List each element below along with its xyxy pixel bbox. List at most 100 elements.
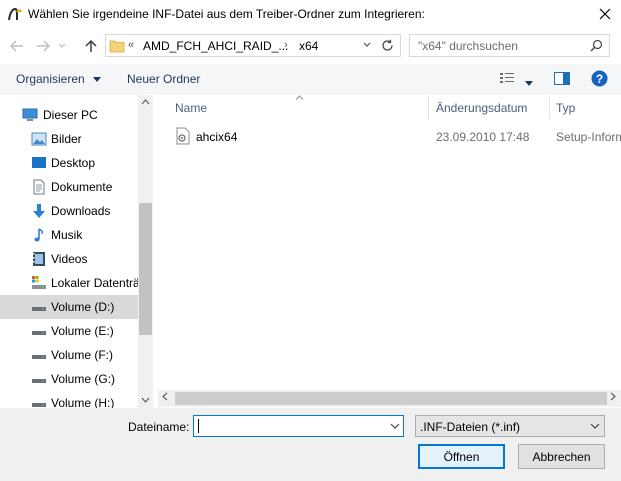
organize-menu[interactable]: Organisieren — [16, 72, 102, 86]
scrollbar-thumb[interactable] — [139, 203, 152, 335]
sidebar-item-bilder[interactable]: Bilder — [0, 127, 138, 151]
search-icon[interactable] — [590, 39, 603, 52]
file-date: 23.09.2010 17:48 — [436, 130, 530, 144]
pictures-icon — [31, 132, 47, 146]
chevron-down-icon[interactable] — [390, 419, 400, 433]
chevron-down-icon — [363, 42, 371, 47]
filetype-value: .INF-Dateien (*.inf) — [420, 420, 521, 434]
sidebar-item-label: Lokaler Datenträ — [51, 276, 140, 290]
cancel-button[interactable]: Abbrechen — [518, 444, 605, 469]
text-caret — [198, 419, 199, 433]
preview-pane-button[interactable] — [554, 72, 570, 88]
arrow-left-icon — [10, 40, 23, 52]
column-header-label: Typ — [556, 101, 576, 115]
address-bar[interactable]: « AMD_FCH_AHCI_RAID_... › x64 — [105, 34, 401, 57]
sidebar-item-label: Downloads — [51, 204, 111, 218]
desktop-icon — [32, 157, 46, 168]
sidebar-item-downloads[interactable]: Downloads — [0, 199, 138, 223]
column-header-label: Änderungsdatum — [436, 101, 528, 115]
column-header-type[interactable]: Typ — [550, 95, 621, 120]
drive-icon — [32, 355, 46, 359]
arrow-right-icon — [37, 40, 50, 52]
sidebar-item-label: Volume (G:) — [51, 372, 116, 386]
scroll-up-icon[interactable] — [141, 97, 150, 107]
scroll-right-icon[interactable] — [610, 392, 616, 403]
help-icon: ? — [591, 70, 608, 87]
close-icon — [599, 8, 611, 20]
column-header-date[interactable]: Änderungsdatum — [429, 95, 549, 120]
sidebar-item-label: Musik — [51, 228, 83, 242]
sidebar-item-label: Volume (D:) — [51, 300, 115, 314]
music-icon — [34, 228, 43, 242]
title-bar: Wählen Sie irgendeine INF-Datei aus dem … — [0, 0, 621, 30]
forward-button[interactable] — [33, 36, 53, 56]
scrollbar-thumb[interactable] — [175, 392, 607, 405]
drive-icon — [32, 403, 46, 407]
navigation-pane: Dieser PC Bilder Desktop Dokumente Downl… — [0, 95, 153, 408]
view-options-button[interactable] — [499, 71, 515, 88]
sort-up-icon — [295, 95, 304, 100]
inf-file-icon — [176, 127, 190, 145]
address-dropdown[interactable] — [363, 39, 371, 51]
file-row[interactable]: ahcix64 23.09.2010 17:48 Setup-Inform — [158, 125, 621, 147]
dialog-footer: Dateiname: .INF-Dateien (*.inf) Öffnen A… — [0, 408, 621, 481]
sidebar-item-label: Volume (H:) — [51, 396, 115, 408]
svg-text:?: ? — [596, 72, 603, 86]
sidebar-item-dokumente[interactable]: Dokumente — [0, 175, 138, 199]
refresh-icon — [382, 39, 393, 51]
sidebar-item-label: Dokumente — [51, 180, 113, 194]
breadcrumb-item[interactable]: x64 — [299, 39, 318, 53]
breadcrumb-item[interactable]: AMD_FCH_AHCI_RAID_... — [143, 39, 288, 53]
chevron-down-icon — [58, 43, 66, 48]
help-button[interactable]: ? — [591, 70, 608, 90]
open-button[interactable]: Öffnen — [418, 444, 505, 469]
app-icon — [8, 7, 22, 21]
filetype-select[interactable]: .INF-Dateien (*.inf) — [415, 415, 605, 437]
sidebar-item-label: Videos — [51, 252, 88, 266]
recent-locations-button[interactable] — [55, 36, 69, 56]
file-list: Name Änderungsdatum Typ ahcix64 23.09.20… — [158, 95, 621, 408]
sidebar-item-videos[interactable]: Videos — [0, 247, 138, 271]
close-button[interactable] — [590, 2, 620, 26]
sidebar-item-lokaler-datentraeger[interactable]: Lokaler Datenträ — [0, 271, 140, 295]
breadcrumb-separator: › — [284, 39, 288, 51]
refresh-button[interactable] — [376, 36, 398, 55]
local-disk-icon — [32, 276, 46, 289]
up-button[interactable] — [81, 36, 101, 56]
sidebar-item-label: Dieser PC — [43, 108, 98, 122]
sidebar-item-volume-e[interactable]: Volume (E:) — [0, 319, 138, 343]
chevron-down-icon — [590, 423, 600, 429]
sidebar-item-volume-d[interactable]: Volume (D:) — [0, 295, 138, 319]
sidebar-item-musik[interactable]: Musik — [0, 223, 138, 247]
sidebar-item-label: Desktop — [51, 156, 96, 170]
documents-icon — [33, 179, 45, 195]
sidebar-item-desktop[interactable]: Desktop — [0, 151, 138, 175]
horizontal-scrollbar[interactable] — [158, 390, 621, 407]
videos-icon — [33, 252, 45, 266]
sidebar-item-dieser-pc[interactable]: Dieser PC — [0, 103, 138, 127]
sidebar-item-volume-g[interactable]: Volume (G:) — [0, 367, 138, 391]
file-name: ahcix64 — [196, 130, 238, 144]
view-dropdown-button[interactable] — [525, 75, 533, 89]
sidebar-item-volume-f[interactable]: Volume (F:) — [0, 343, 138, 367]
back-button[interactable] — [7, 36, 27, 56]
sidebar-item-label: Volume (E:) — [51, 324, 114, 338]
column-header-label: Name — [175, 101, 208, 115]
caret-down-icon — [93, 77, 102, 83]
search-box[interactable]: "x64" durchsuchen — [409, 34, 610, 57]
scroll-down-icon[interactable] — [141, 395, 150, 405]
navigation-scrollbar[interactable] — [138, 95, 153, 408]
breadcrumb-overflow[interactable]: « — [128, 39, 134, 51]
preview-pane-icon — [554, 72, 570, 85]
organize-label: Organisieren — [16, 72, 85, 86]
file-type: Setup-Inform — [556, 130, 621, 144]
details-view-icon — [500, 73, 514, 83]
column-header-name[interactable]: Name — [158, 95, 428, 120]
scroll-left-icon[interactable] — [162, 392, 168, 403]
downloads-icon — [33, 204, 45, 218]
filename-input[interactable] — [193, 415, 404, 437]
window-title: Wählen Sie irgendeine INF-Datei aus dem … — [28, 7, 425, 21]
sidebar-item-volume-h[interactable]: Volume (H:) — [0, 391, 138, 408]
new-folder-button[interactable]: Neuer Ordner — [127, 72, 200, 86]
sidebar-item-label: Bilder — [51, 132, 82, 146]
